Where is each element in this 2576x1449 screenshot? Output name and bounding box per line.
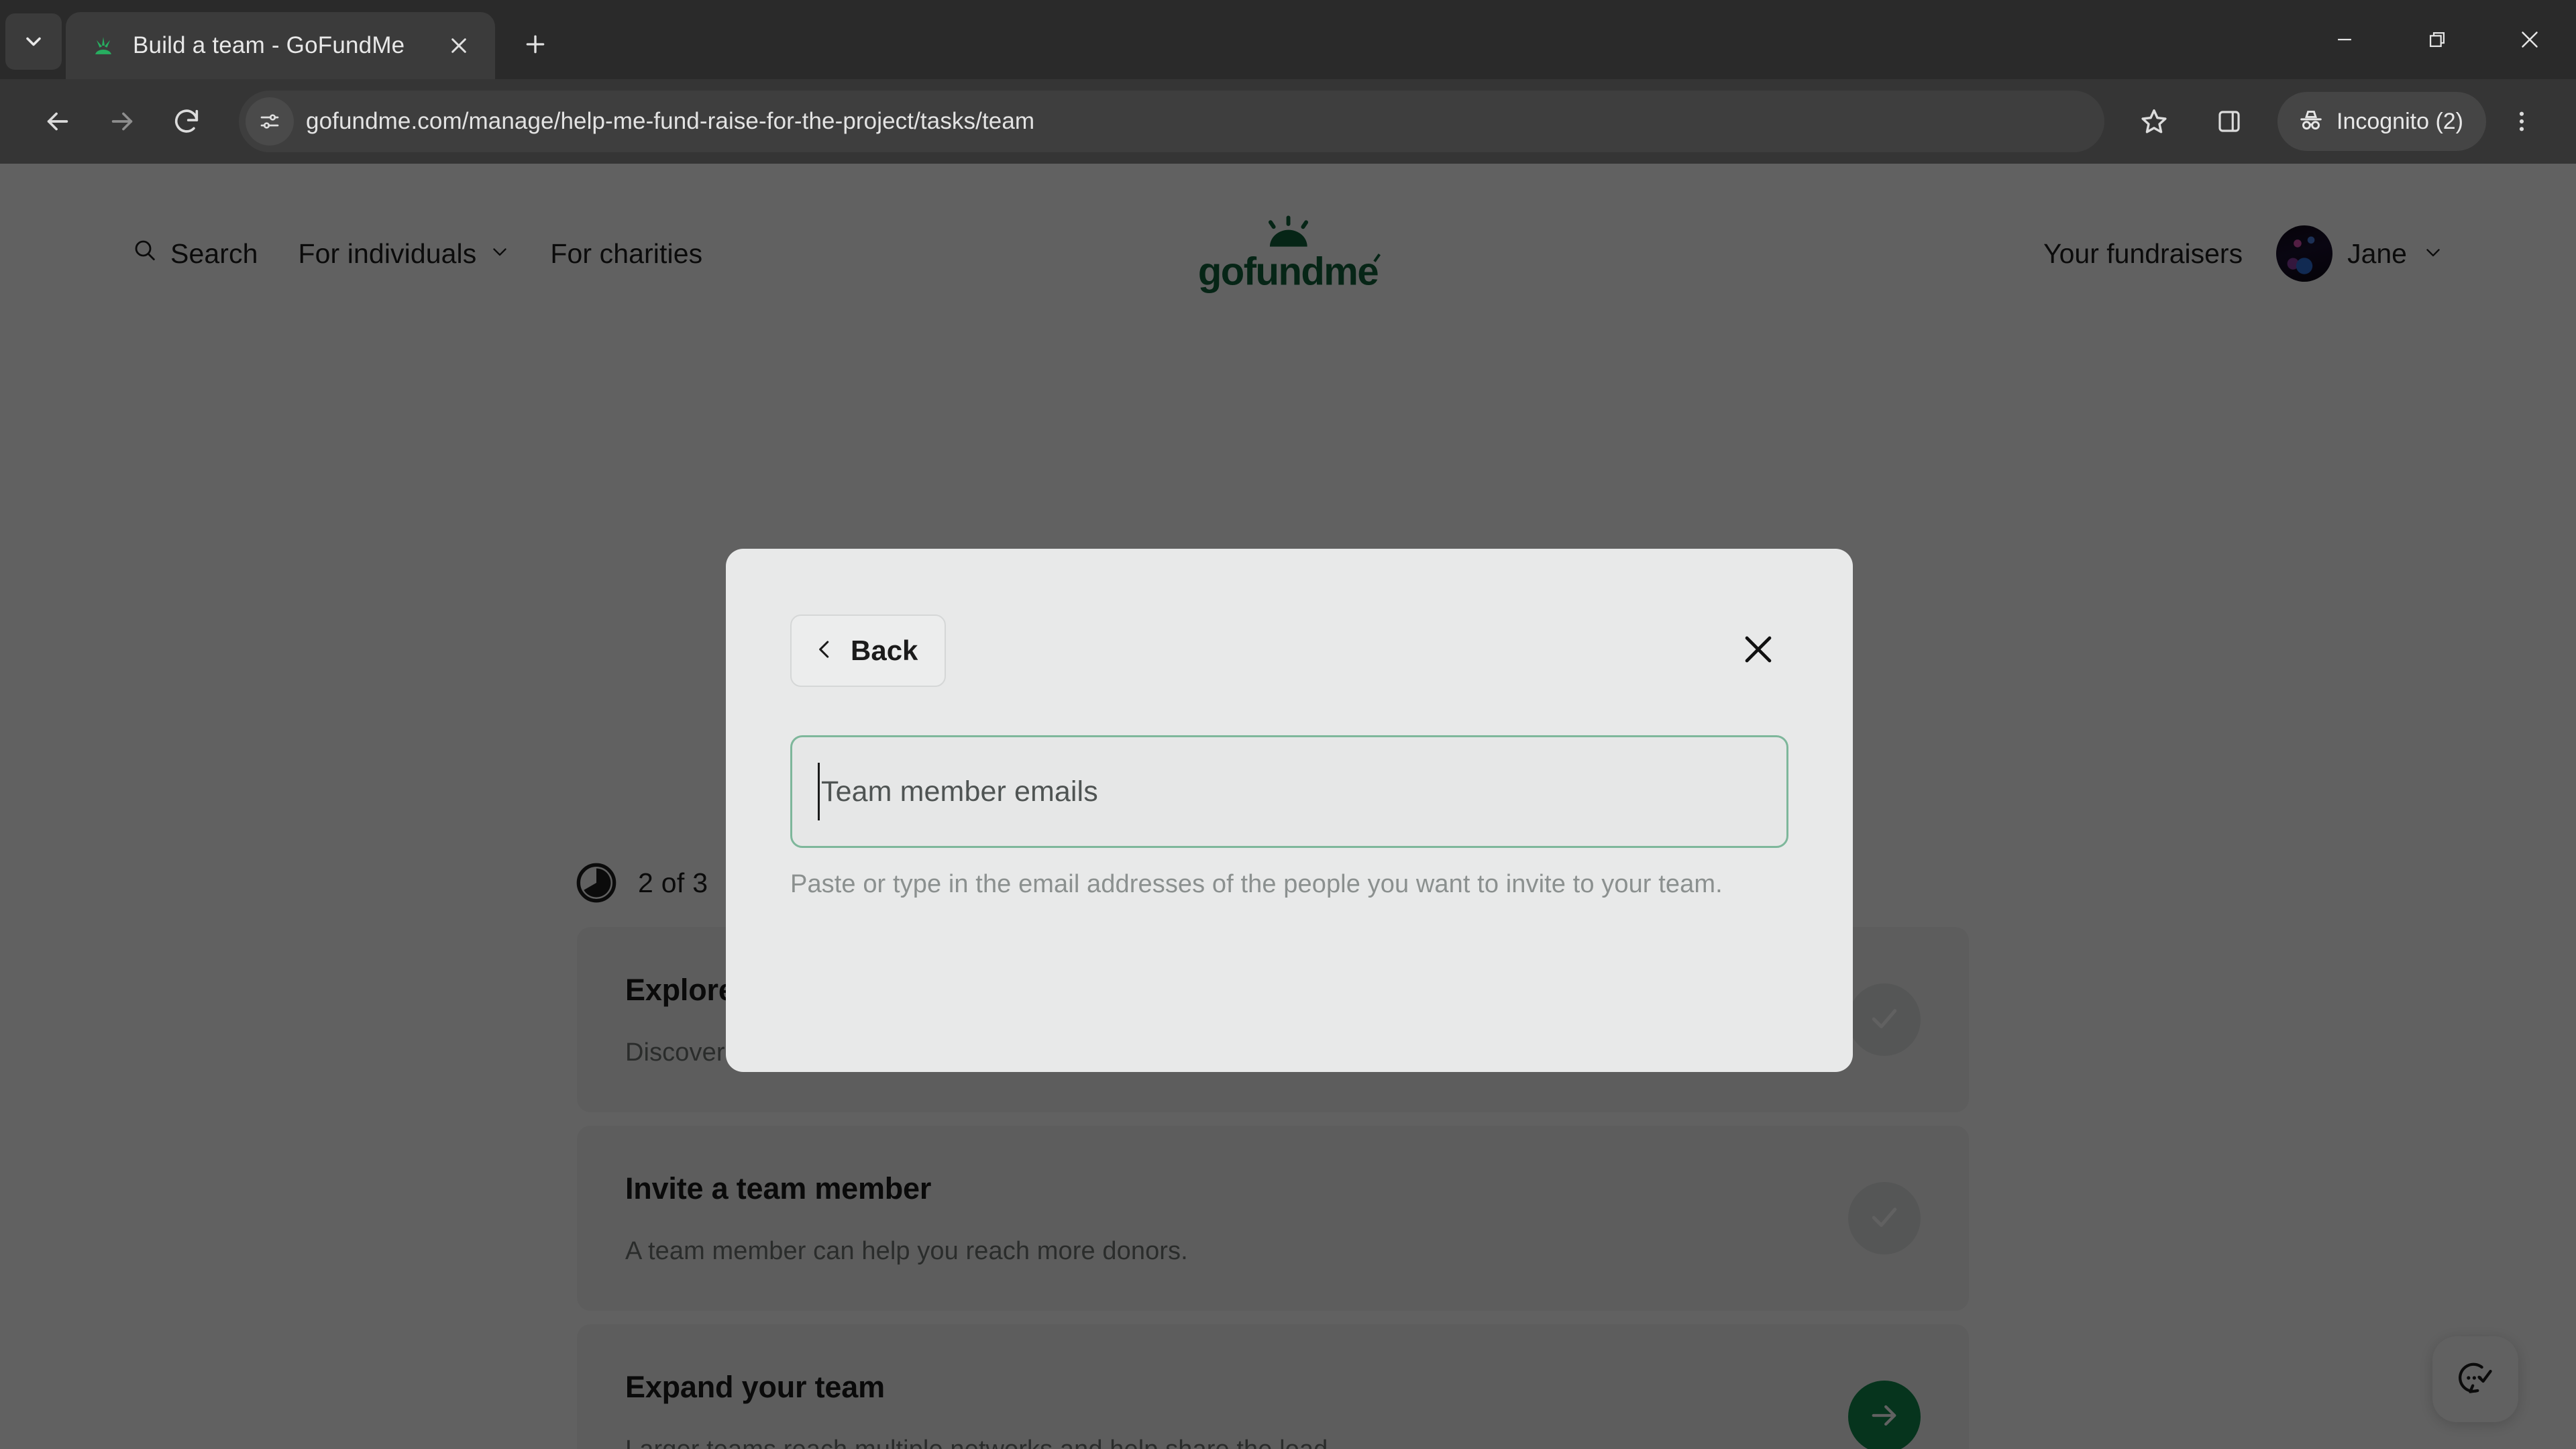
- close-modal-button[interactable]: [1728, 621, 1788, 681]
- incognito-label: Incognito (2): [2337, 108, 2463, 134]
- close-window-button[interactable]: [2483, 0, 2576, 79]
- side-panel-icon[interactable]: [2197, 89, 2261, 154]
- tab-close-icon[interactable]: [441, 28, 476, 63]
- tab-strip: Build a team - GoFundMe: [0, 0, 2576, 79]
- chevron-left-icon: [812, 637, 837, 665]
- url-text: gofundme.com/manage/help-me-fund-raise-f…: [306, 108, 1035, 134]
- tab-title: Build a team - GoFundMe: [133, 32, 405, 58]
- incognito-hat-glasses-icon: [2296, 105, 2326, 138]
- incognito-indicator[interactable]: Incognito (2): [2277, 92, 2486, 151]
- tune-site-settings-icon[interactable]: [246, 97, 294, 146]
- close-x-icon: [1739, 630, 1778, 672]
- reload-icon[interactable]: [154, 89, 219, 154]
- minimize-button[interactable]: [2298, 0, 2391, 79]
- window-controls: [2298, 0, 2576, 79]
- browser-toolbar: gofundme.com/manage/help-me-fund-raise-f…: [0, 79, 2576, 164]
- back-button-label: Back: [851, 635, 918, 666]
- new-tab-button[interactable]: [513, 21, 558, 67]
- gofundme-crown-favicon: [89, 31, 118, 60]
- star-icon[interactable]: [2122, 89, 2186, 154]
- modal-header: Back: [790, 549, 1788, 687]
- forward-icon[interactable]: [90, 89, 154, 154]
- email-field-helper-text: Paste or type in the email addresses of …: [790, 870, 1723, 898]
- browser-window: Build a team - GoFundMe gofundme.com/man…: [0, 0, 2576, 1449]
- back-button[interactable]: Back: [790, 614, 947, 687]
- address-bar[interactable]: gofundme.com/manage/help-me-fund-raise-f…: [239, 91, 2104, 152]
- email-field-group: Team member emails Paste or type in the …: [790, 735, 1788, 903]
- tab-search-button[interactable]: [5, 13, 62, 70]
- browser-tab-active[interactable]: Build a team - GoFundMe: [66, 12, 495, 79]
- maximize-restore-button[interactable]: [2391, 0, 2483, 79]
- three-dot-menu-icon[interactable]: [2493, 89, 2551, 154]
- team-member-emails-placeholder: Team member emails: [821, 775, 1098, 808]
- team-member-emails-input[interactable]: Team member emails: [790, 735, 1788, 848]
- back-icon[interactable]: [25, 89, 90, 154]
- invite-team-modal: Back Team member emails Paste or type in…: [726, 549, 1853, 1072]
- text-caret: [818, 763, 820, 820]
